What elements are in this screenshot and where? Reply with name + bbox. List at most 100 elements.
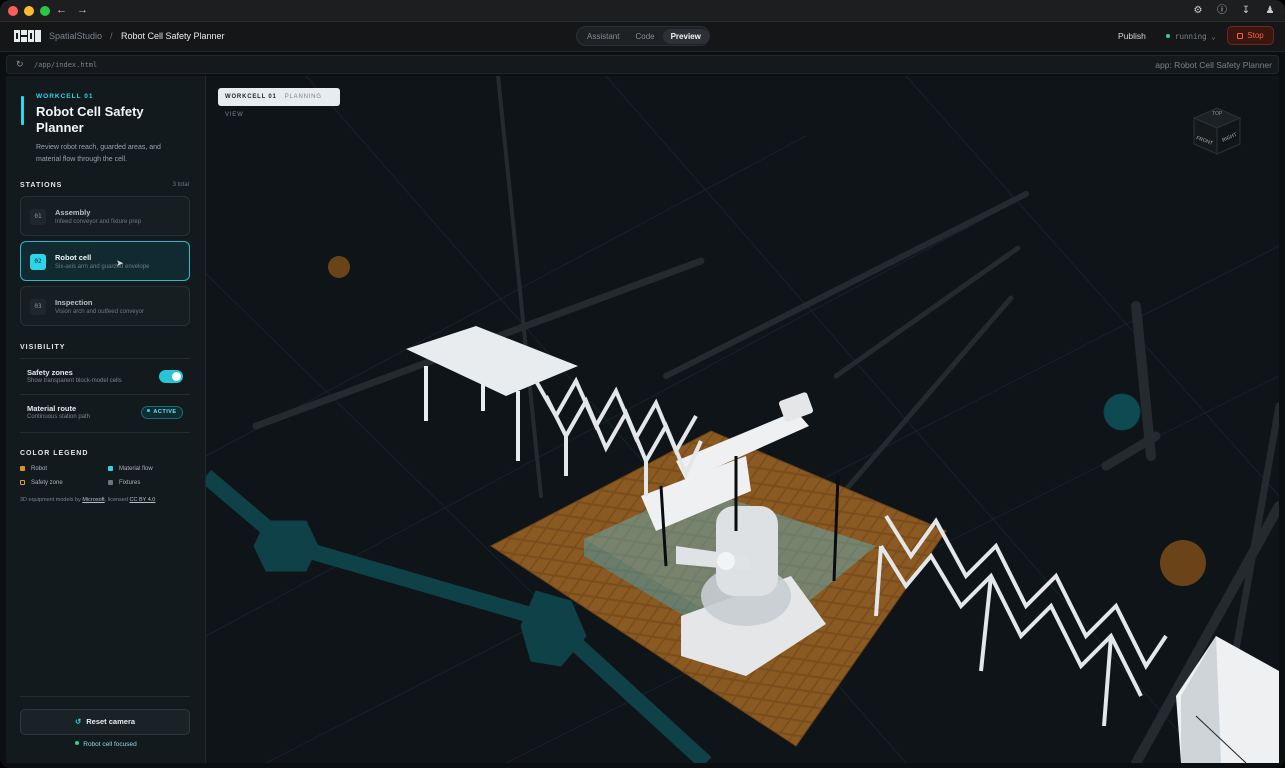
stations-total: 3 total <box>172 182 189 188</box>
stop-label: Stop <box>1247 31 1264 40</box>
station-number: 02 <box>30 254 46 270</box>
legend-label: Material flow <box>119 466 153 472</box>
user-icon[interactable]: ♟ <box>1263 4 1277 18</box>
divider <box>20 696 190 697</box>
close-window-button[interactable] <box>8 6 18 16</box>
titlebar-actions: ⚙ ⓘ ↧ ♟ <box>1191 4 1277 18</box>
run-status-label: running <box>1175 32 1207 41</box>
page-description: Review robot reach, guarded areas, and m… <box>36 144 161 163</box>
credit-license-link[interactable]: CC BY 4.0 <box>129 497 155 503</box>
station-description: Vision arch and outfeed conveyor <box>55 309 144 315</box>
status-dot-icon <box>1166 34 1170 38</box>
tab-preview[interactable]: Preview <box>662 28 709 44</box>
station-name: Inspection <box>55 298 93 307</box>
view-cube[interactable]: TOP FRONT RIGHT <box>1192 106 1242 156</box>
tab-assistant[interactable]: Assistant <box>579 29 627 44</box>
legend-item-fixtures: Fixtures <box>108 480 140 486</box>
station-card-assembly[interactable]: 01 Assembly Infeed conveyor and fixture … <box>20 196 190 236</box>
nav-arrows: ← → <box>56 4 88 16</box>
credit-prefix: 3D equipment models by <box>20 497 81 503</box>
credit-author-link[interactable]: Microsoft <box>82 497 104 503</box>
reset-camera-label: Reset camera <box>86 717 136 726</box>
forward-icon[interactable]: → <box>77 4 88 16</box>
publish-button[interactable]: Publish <box>1118 31 1146 41</box>
station-number: 03 <box>30 299 46 315</box>
material-route-label: Material route <box>27 404 77 413</box>
logo-icon <box>14 30 41 42</box>
minimize-window-button[interactable] <box>24 6 34 16</box>
material-route-status-badge[interactable]: ACTIVE <box>141 406 183 419</box>
viewcube-top-label[interactable]: TOP <box>1212 111 1223 117</box>
credit-mid: , licensed <box>104 497 128 503</box>
title-bar: ← → ⚙ ⓘ ↧ ♟ <box>0 0 1285 22</box>
title-accent-bar <box>21 96 24 125</box>
badge-label: ACTIVE <box>153 409 177 415</box>
stop-icon <box>1237 33 1244 39</box>
legend-label: Safety zone <box>31 480 63 486</box>
legend-item-robot: Robot <box>20 466 47 472</box>
reset-camera-button[interactable]: ↺ Reset camera <box>20 709 190 735</box>
legend-heading: COLOR LEGEND <box>20 450 89 457</box>
page-title: Robot Cell Safety Planner <box>36 104 144 135</box>
zoom-window-button[interactable] <box>40 6 50 16</box>
safety-zones-label: Safety zones <box>27 368 73 377</box>
divider <box>20 358 190 359</box>
download-icon[interactable]: ↧ <box>1239 4 1253 18</box>
view-mode-chip: WORKCELL 01 PLANNING VIEW <box>218 88 340 118</box>
focus-status: Robot cell focused <box>6 741 206 748</box>
badge-dot-icon <box>147 409 151 412</box>
visibility-heading: VISIBILITY <box>20 344 66 351</box>
legend-swatch-icon <box>108 466 113 471</box>
mouse-cursor-icon: ➤ <box>116 258 124 268</box>
brand-name[interactable]: SpatialStudio <box>49 31 102 41</box>
waypoint-marker-icon <box>328 256 350 278</box>
reload-icon[interactable]: ↻ <box>16 59 24 70</box>
legend-swatch-icon <box>108 480 113 485</box>
help-icon[interactable]: ⓘ <box>1215 4 1229 18</box>
workcell-eyebrow: WORKCELL 01 <box>36 93 94 100</box>
safety-zones-toggle[interactable] <box>159 370 183 383</box>
legend-label: Fixtures <box>119 480 141 486</box>
legend-swatch-icon <box>20 480 25 485</box>
station-card-inspection[interactable]: 03 Inspection Vision arch and outfeed co… <box>20 286 190 326</box>
stop-button[interactable]: Stop <box>1227 26 1274 45</box>
legend-item-safety-zone: Safety zone <box>20 480 63 486</box>
model-credit: 3D equipment models by Microsoft, licens… <box>20 497 155 503</box>
breadcrumb-separator: / <box>110 31 113 41</box>
view-chip-title: WORKCELL 01 <box>225 94 277 100</box>
sidebar: WORKCELL 01 Robot Cell Safety Planner Re… <box>6 76 206 763</box>
focus-status-label: Robot cell focused <box>83 741 137 748</box>
3d-viewport[interactable]: WORKCELL 01 PLANNING VIEW TOP FRONT RIGHT <box>206 76 1279 763</box>
view-tabs: Assistant Code Preview <box>576 26 710 46</box>
station-name: Assembly <box>55 208 91 217</box>
waypoint-marker-icon <box>1160 540 1206 586</box>
url-path[interactable]: /app/index.html <box>34 61 97 69</box>
reset-icon: ↺ <box>74 717 82 726</box>
station-description: Six-axis arm and guarded envelope <box>55 264 150 270</box>
station-card-robot-cell[interactable]: 02 Robot cell Six-axis arm and guarded e… <box>20 241 190 281</box>
legend-swatch-icon <box>20 466 25 471</box>
run-status[interactable]: running ⌄ <box>1166 32 1216 41</box>
material-route-description: Continuous station path <box>27 414 91 420</box>
tab-code[interactable]: Code <box>627 29 662 44</box>
station-description: Infeed conveyor and fixture prep <box>55 219 142 225</box>
legend-item-material-flow: Material flow <box>108 466 153 472</box>
station-name: Robot cell <box>55 253 92 262</box>
station-number: 01 <box>30 209 46 225</box>
project-name[interactable]: Robot Cell Safety Planner <box>121 31 225 41</box>
scene-canvas[interactable] <box>206 76 1279 763</box>
divider <box>20 432 190 433</box>
settings-icon[interactable]: ⚙ <box>1191 4 1205 18</box>
stations-heading: STATIONS <box>20 182 63 189</box>
assembly-table[interactable] <box>406 326 578 461</box>
preview-url-bar: ↻ /app/index.html app: Robot Cell Safety… <box>6 55 1279 74</box>
outfeed-conveyor[interactable] <box>874 514 1168 727</box>
safety-zones-description: Show transparent block-model cells <box>27 378 122 384</box>
app-window: ← → ⚙ ⓘ ↧ ♟ SpatialStudio / Robot Cell S… <box>0 0 1285 768</box>
preview-app-title: app: Robot Cell Safety Planner <box>1155 60 1272 70</box>
back-icon[interactable]: ← <box>56 4 67 16</box>
legend-label: Robot <box>31 466 48 472</box>
app-header: SpatialStudio / Robot Cell Safety Planne… <box>0 22 1285 52</box>
divider <box>20 394 190 395</box>
traffic-lights <box>8 6 50 16</box>
